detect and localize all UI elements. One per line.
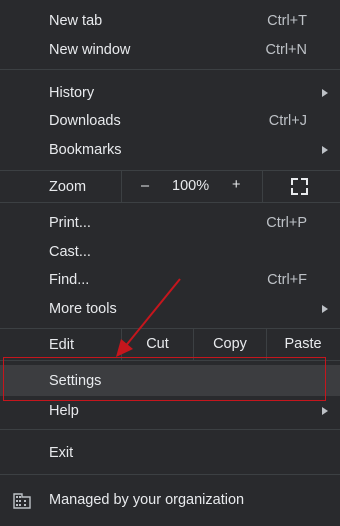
shortcut-label: Ctrl+P (266, 214, 307, 231)
menu-item-label: Print... (49, 214, 91, 231)
zoom-divider (262, 171, 263, 202)
annotation-highlight-box (3, 357, 326, 401)
menu-item-new-window[interactable]: New window Ctrl+N (0, 35, 340, 64)
menu-item-history[interactable]: History (0, 78, 340, 107)
browser-main-menu: New tab Ctrl+T New window Ctrl+N History… (0, 0, 340, 526)
menu-item-downloads[interactable]: Downloads Ctrl+J (0, 106, 340, 135)
menu-item-more-tools[interactable]: More tools (0, 294, 340, 323)
submenu-arrow-icon (322, 406, 328, 415)
edit-label: Edit (49, 337, 74, 353)
menu-item-label: Cast... (49, 243, 91, 260)
zoom-divider (121, 171, 122, 202)
cut-button[interactable]: Cut (122, 336, 193, 352)
menu-separator (0, 170, 340, 171)
zoom-out-button[interactable]: – (141, 178, 149, 194)
menu-separator (0, 429, 340, 430)
copy-button[interactable]: Copy (194, 336, 266, 352)
menu-item-print[interactable]: Print... Ctrl+P (0, 208, 340, 237)
menu-separator (0, 69, 340, 70)
menu-item-new-tab[interactable]: New tab Ctrl+T (0, 6, 340, 35)
zoom-level-value: 100% (172, 178, 210, 194)
menu-item-label: Bookmarks (49, 141, 122, 158)
menu-item-find[interactable]: Find... Ctrl+F (0, 265, 340, 294)
menu-item-zoom: Zoom (0, 172, 340, 202)
menu-separator (0, 202, 340, 203)
zoom-in-button[interactable]: + (232, 177, 240, 193)
menu-separator (0, 328, 340, 329)
menu-item-label: Exit (49, 444, 74, 461)
menu-item-label: Downloads (49, 112, 121, 129)
fullscreen-icon[interactable] (291, 178, 308, 195)
shortcut-label: Ctrl+N (265, 41, 308, 58)
menu-item-label: Managed by your organization (49, 492, 245, 508)
menu-separator (0, 474, 340, 475)
zoom-label: Zoom (49, 179, 87, 195)
building-icon (13, 493, 31, 509)
menu-item-label: Help (49, 402, 79, 419)
menu-item-exit[interactable]: Exit (0, 438, 340, 467)
menu-item-managed[interactable]: Managed by your organization (0, 485, 340, 515)
menu-item-label: Find... (49, 271, 90, 288)
menu-item-label: New tab (49, 12, 103, 29)
submenu-arrow-icon (322, 145, 328, 154)
menu-item-label: History (49, 84, 95, 101)
menu-item-label: More tools (49, 300, 117, 317)
shortcut-label: Ctrl+F (267, 271, 307, 288)
paste-button[interactable]: Paste (267, 336, 339, 352)
shortcut-label: Ctrl+T (267, 12, 307, 29)
submenu-arrow-icon (322, 304, 328, 313)
menu-item-label: New window (49, 41, 131, 58)
menu-item-cast[interactable]: Cast... (0, 237, 340, 266)
menu-item-bookmarks[interactable]: Bookmarks (0, 135, 340, 164)
shortcut-label: Ctrl+J (268, 112, 307, 129)
submenu-arrow-icon (322, 88, 328, 97)
